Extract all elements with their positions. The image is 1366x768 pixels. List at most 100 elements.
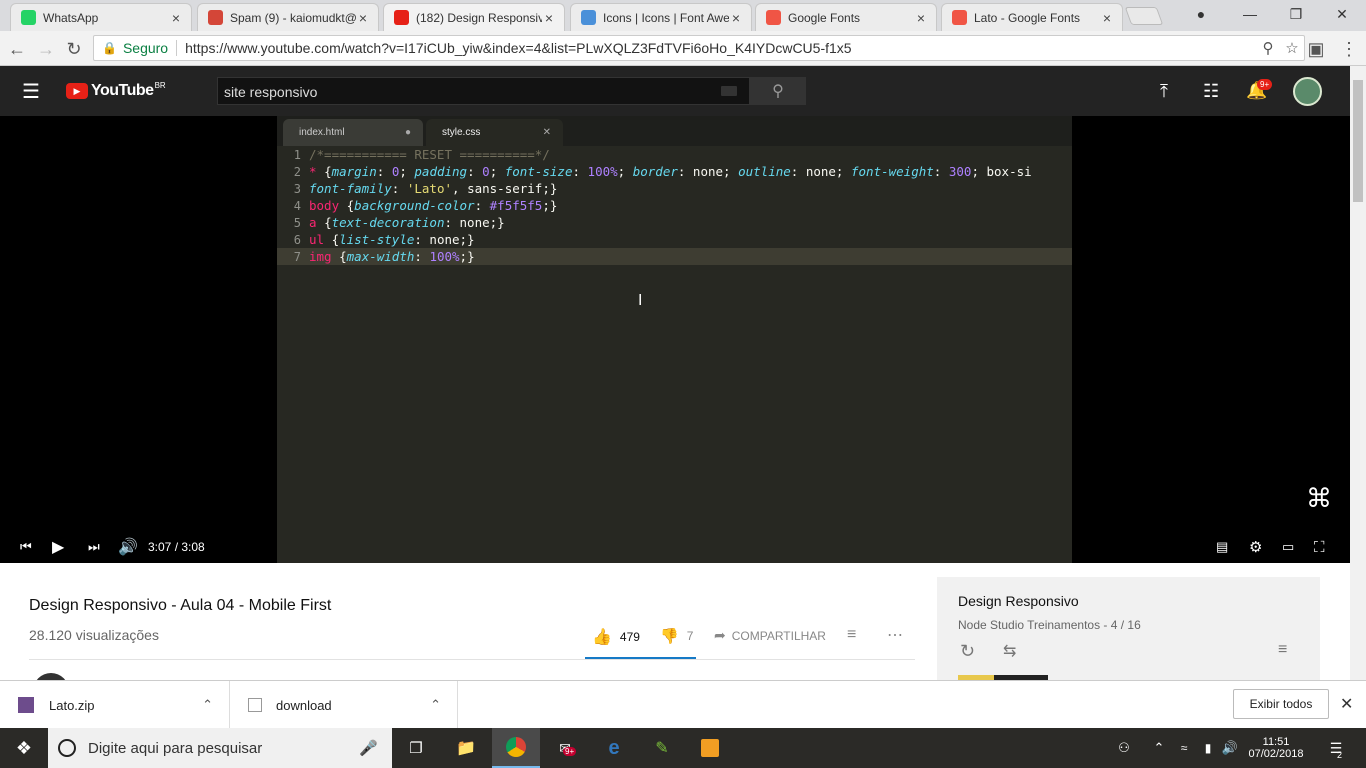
menu-kebab-icon[interactable]: ⋮ [1336, 36, 1362, 62]
next-button[interactable]: ⏭ [88, 533, 100, 561]
code-token: : none; [677, 164, 739, 179]
back-button[interactable]: ← [4, 36, 30, 62]
cast-icon[interactable]: ▣ [1303, 36, 1329, 62]
youtube-logo[interactable]: ▶ YouTube BR [66, 66, 166, 116]
whatsapp-icon [21, 10, 36, 25]
show-hidden-icons-chevron[interactable]: ⌃ [1150, 728, 1168, 768]
avatar[interactable] [1293, 77, 1322, 106]
code-token: : [474, 198, 490, 213]
code-token: 0 [391, 164, 400, 179]
scrollbar-thumb[interactable] [1353, 80, 1363, 202]
volume-tray-icon[interactable]: 🔊 [1220, 728, 1240, 768]
shuffle-icon[interactable]: ⇆ [1003, 641, 1016, 661]
show-all-button[interactable]: Exibir todos [1233, 689, 1329, 719]
microphone-icon[interactable]: 🎤 [359, 739, 378, 757]
reload-button[interactable]: ↻ [61, 36, 87, 62]
forward-button[interactable]: → [33, 36, 59, 62]
profile-icon[interactable]: ● [1178, 0, 1224, 28]
browser-tab-strip: WhatsApp × Spam (9) - kaiomudkt@ × (182) Des… [0, 0, 1366, 31]
code-token: margin [331, 164, 377, 179]
apps-grid-icon[interactable]: ☷ [1203, 66, 1219, 116]
browser-tab[interactable]: Google Fonts × [755, 3, 937, 31]
browser-tab[interactable]: Spam (9) - kaiomudkt@ × [197, 3, 379, 31]
url-text[interactable]: https://www.youtube.com/watch?v=I17iCUb_… [185, 40, 1256, 56]
people-icon[interactable]: ⚇ [1112, 728, 1136, 768]
download-filename: download [276, 697, 332, 713]
previous-button[interactable]: ⏮ [20, 533, 32, 561]
browser-tab[interactable]: (182) Design Responsiv × [383, 3, 565, 31]
omnibox[interactable]: 🔒 Seguro https://www.youtube.com/watch?v… [93, 35, 1305, 61]
code-line: 2 * {margin: 0; padding: 0; font-size: 10… [277, 163, 1072, 180]
upload-icon[interactable]: ⤒ [1160, 66, 1168, 116]
code-token: 'Lato' [406, 181, 453, 196]
theater-mode-icon[interactable]: ▭ [1282, 533, 1294, 561]
playlist-title[interactable]: Design Responsivo [958, 593, 1079, 609]
more-options-icon[interactable]: ⋯ [887, 625, 903, 645]
browser-tab[interactable]: WhatsApp × [10, 3, 192, 31]
file-icon [248, 698, 262, 712]
fullscreen-icon[interactable]: ⛶ [1314, 533, 1325, 561]
new-tab-button[interactable] [1124, 7, 1164, 25]
like-button[interactable]: 👍 479 [592, 627, 640, 647]
close-tab-icon[interactable]: × [729, 10, 743, 26]
hamburger-menu-icon[interactable]: ☰ [22, 66, 40, 116]
notification-badge: 9+ [1257, 79, 1273, 90]
wifi-icon[interactable]: ≈ [1174, 728, 1194, 768]
taskbar-search-box[interactable]: Digite aqui para pesquisar 🎤 [48, 728, 392, 768]
volume-icon[interactable]: 🔊 [118, 533, 138, 561]
download-item[interactable]: download ⌃ [248, 681, 458, 729]
chevron-up-icon[interactable]: ⌃ [430, 697, 441, 713]
subtitles-icon[interactable]: ▤ [1216, 533, 1228, 561]
clock[interactable]: 11:51 07/02/2018 [1242, 728, 1310, 768]
settings-gear-icon[interactable]: ⚙ [1249, 533, 1262, 561]
save-playlist-icon[interactable]: ≡ [1278, 641, 1287, 659]
close-window-button[interactable]: ✕ [1319, 0, 1365, 28]
windows-start-icon[interactable]: ❖ [0, 728, 48, 768]
action-center-icon[interactable]: ☰ [1322, 728, 1350, 768]
search-button[interactable]: ⚲ [750, 77, 806, 105]
zoom-icon[interactable]: ⚲ [1256, 39, 1280, 57]
battery-icon[interactable]: ▮ [1198, 728, 1218, 768]
search-input[interactable]: site responsivo [217, 77, 750, 105]
video-player[interactable]: index.html ● style.css ✕ 1 /*=========== … [0, 116, 1350, 646]
download-item[interactable]: Lato.zip ⌃ [18, 681, 230, 729]
dislike-button[interactable]: 👎 7 [660, 627, 693, 645]
close-tab-icon[interactable]: × [542, 10, 556, 26]
page-scrollbar[interactable] [1350, 66, 1366, 680]
code-token: : none; [790, 164, 851, 179]
code-token: : [572, 164, 588, 179]
sublime-text-icon[interactable] [694, 728, 726, 768]
minimize-button[interactable]: — [1227, 0, 1273, 28]
bookmark-star-icon[interactable]: ☆ [1280, 39, 1304, 57]
code-token: border [632, 164, 678, 179]
code-line: 5a {text-decoration: none;} [277, 214, 1072, 231]
youtube-masthead: ☰ ▶ YouTube BR site responsivo ⚲ ⤒ ☷ 🔔 9… [0, 66, 1350, 116]
play-button[interactable]: ▶ [52, 533, 64, 561]
code-token: ; [489, 164, 505, 179]
restore-button[interactable]: ❐ [1273, 0, 1319, 28]
code-token: 0 [482, 164, 490, 179]
close-tab-icon[interactable]: × [1100, 10, 1114, 26]
edge-icon[interactable]: e [598, 728, 630, 768]
line-number: 6 [293, 232, 301, 247]
annotation-icon[interactable]: ⌘ [1306, 483, 1332, 514]
add-to-playlist-icon[interactable]: ≡ [847, 626, 856, 644]
playlist-subtitle[interactable]: Node Studio Treinamentos - 4 / 16 [958, 618, 1141, 632]
close-tab-icon[interactable]: × [914, 10, 928, 26]
close-tab-icon[interactable]: × [169, 10, 183, 26]
loop-icon[interactable]: ↻ [960, 641, 975, 662]
notepad-icon[interactable]: ✎ [646, 728, 678, 768]
task-view-icon[interactable]: ❐ [400, 728, 432, 768]
notifications-bell-icon[interactable]: 🔔 [1246, 66, 1267, 116]
chevron-up-icon[interactable]: ⌃ [202, 697, 213, 713]
file-explorer-icon[interactable]: 📁 [450, 728, 482, 768]
keyboard-icon[interactable] [721, 86, 737, 96]
youtube-play-icon: ▶ [66, 83, 88, 99]
browser-tab[interactable]: Lato - Google Fonts × [941, 3, 1123, 31]
thumbs-down-icon: 👎 [660, 628, 679, 645]
close-shelf-icon[interactable]: ✕ [1340, 694, 1353, 714]
browser-tab[interactable]: Icons | Icons | Font Awe × [570, 3, 752, 31]
share-button[interactable]: ➦ COMPARTILHAR [714, 627, 826, 644]
chrome-icon[interactable] [492, 728, 540, 768]
close-tab-icon[interactable]: × [356, 10, 370, 26]
